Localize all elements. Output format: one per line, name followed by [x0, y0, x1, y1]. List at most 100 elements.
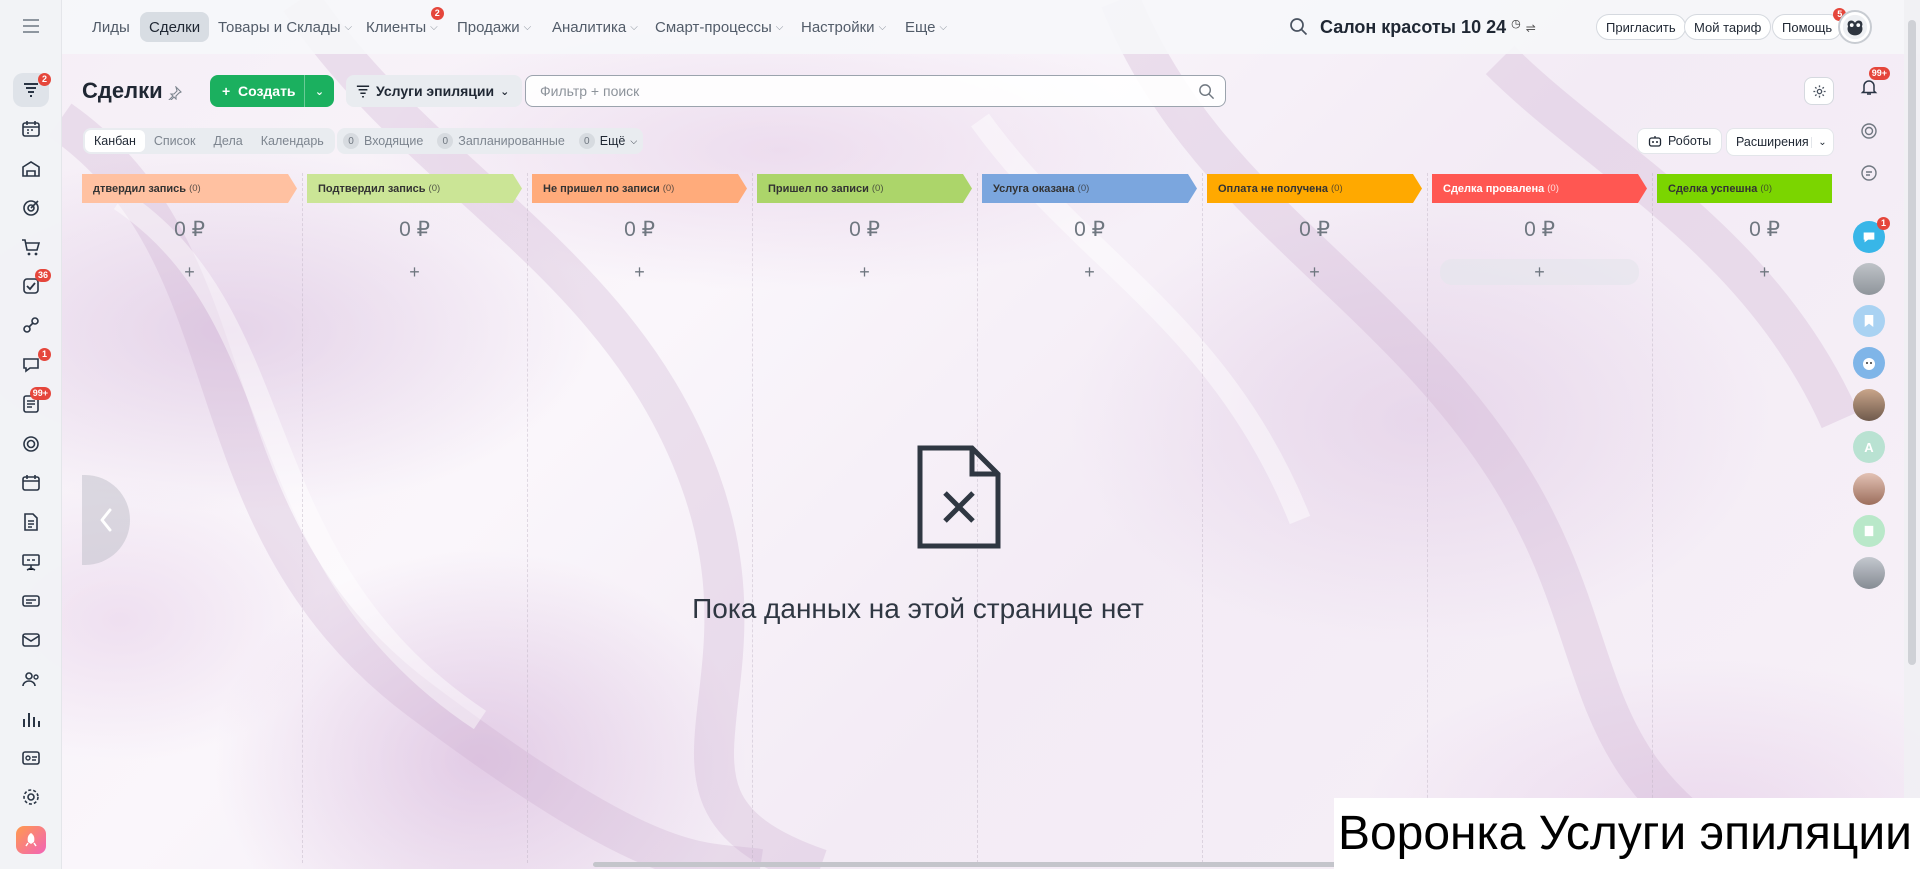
- open-lines-icon[interactable]: [1853, 157, 1885, 189]
- company-name[interactable]: Салон красоты 10 24 ◷ ⇌: [1320, 17, 1536, 38]
- sites-icon[interactable]: [13, 427, 49, 461]
- topnav-item[interactable]: Товары и Склады ⌵: [209, 12, 361, 42]
- stage-header[interactable]: Оплата не получена (0): [1207, 174, 1422, 203]
- topnav-item[interactable]: Лиды: [83, 12, 139, 42]
- stage-header[interactable]: Сделка успешна (0): [1657, 174, 1832, 203]
- stage-header[interactable]: Не пришел по записи (0): [532, 174, 747, 203]
- bot-avatar[interactable]: [1853, 347, 1885, 379]
- sidebar-badge: 36: [34, 269, 51, 282]
- topnav-item[interactable]: Сделки: [140, 12, 210, 42]
- chevron-down-icon[interactable]: ⌄: [1811, 136, 1833, 148]
- stage-sum: 0 ₽: [1749, 218, 1780, 241]
- stage-title: Не пришел по записи: [543, 182, 660, 195]
- contact-avatar-2[interactable]: [1853, 389, 1885, 421]
- chevron-down-icon: ⌵: [430, 21, 438, 33]
- clock-icon: ◷: [1511, 18, 1521, 30]
- bookmark-icon[interactable]: [1853, 305, 1885, 337]
- pin-icon[interactable]: [168, 85, 182, 102]
- stage-header[interactable]: дтвердил запись (0): [82, 174, 297, 203]
- topnav-item[interactable]: Настройки ⌵: [792, 12, 895, 42]
- counter-label: Ещё: [599, 134, 626, 148]
- target-icon[interactable]: [13, 191, 49, 225]
- topnav-item[interactable]: Аналитика ⌵: [543, 12, 647, 42]
- create-dropdown-icon[interactable]: ⌄: [304, 75, 334, 107]
- tasks-icon[interactable]: 36: [13, 269, 51, 303]
- documents-icon[interactable]: [13, 505, 49, 539]
- invite-button[interactable]: Пригласить: [1596, 14, 1686, 40]
- topnav-item[interactable]: Смарт-процессы ⌵: [646, 12, 792, 42]
- add-deal-button[interactable]: +: [1215, 259, 1414, 285]
- topnav-item[interactable]: Продажи ⌵: [448, 12, 540, 42]
- chat-bubble-icon[interactable]: 1: [1853, 217, 1890, 253]
- create-button[interactable]: + Создать ⌄: [210, 75, 334, 107]
- presentation-icon[interactable]: [13, 545, 49, 579]
- contact-avatar-1[interactable]: [1853, 263, 1885, 295]
- filter-search-input[interactable]: [526, 76, 1187, 106]
- mail-icon[interactable]: [13, 623, 49, 657]
- counter-filter[interactable]: 0 Запланированные: [437, 133, 565, 149]
- topnav-item[interactable]: Клиенты ⌵ 2: [357, 7, 447, 42]
- calendar-grid-icon[interactable]: [13, 112, 49, 146]
- chat-icon[interactable]: 1: [13, 348, 51, 382]
- stage-header[interactable]: Услуга оказана (0): [982, 174, 1197, 203]
- automation-icon[interactable]: [13, 308, 49, 342]
- menu-burger-icon[interactable]: [0, 12, 62, 40]
- extensions-button[interactable]: Расширения ⌄: [1726, 128, 1834, 156]
- id-card-icon[interactable]: [13, 741, 49, 775]
- more-counters-dropdown[interactable]: 0 Ещё ⌵: [578, 133, 637, 149]
- add-deal-button[interactable]: +: [540, 259, 739, 285]
- search-icon[interactable]: [1187, 83, 1225, 100]
- view-switcher: Канбан Список Дела Календарь: [83, 128, 335, 154]
- add-deal-button[interactable]: +: [315, 259, 514, 285]
- topnav-item[interactable]: Еще ⌵: [896, 12, 956, 42]
- help-button[interactable]: Помощь 5: [1772, 8, 1847, 40]
- view-tab[interactable]: Календарь: [252, 130, 333, 152]
- contact-avatar-4[interactable]: [1853, 557, 1885, 589]
- cart-icon[interactable]: [13, 230, 49, 264]
- add-deal-button[interactable]: +: [1440, 259, 1639, 285]
- add-deal-button[interactable]: +: [765, 259, 964, 285]
- scrollbar-thumb[interactable]: [1908, 20, 1916, 665]
- feed-icon[interactable]: 99+: [13, 387, 51, 421]
- contact-avatar-3[interactable]: [1853, 473, 1885, 505]
- global-search-icon[interactable]: [1288, 16, 1310, 38]
- settings-gear-button[interactable]: [1804, 77, 1834, 105]
- counter-filter[interactable]: 0 Входящие: [343, 133, 423, 149]
- user-avatar[interactable]: [1838, 10, 1872, 44]
- contact-avatar-letter[interactable]: A: [1853, 431, 1885, 463]
- stage-header[interactable]: Подтвердил запись (0): [307, 174, 522, 203]
- chat-badge: 1: [1877, 217, 1890, 230]
- reports-icon[interactable]: [13, 702, 49, 736]
- my-tariff-button[interactable]: Мой тариф: [1684, 14, 1772, 40]
- add-deal-button[interactable]: +: [1665, 259, 1832, 285]
- topnav-label: Настройки: [801, 18, 875, 36]
- copilot-icon[interactable]: [1853, 115, 1885, 147]
- filter-search[interactable]: [525, 75, 1226, 107]
- view-tab[interactable]: Канбан: [85, 130, 145, 152]
- contacts-icon[interactable]: [13, 662, 49, 696]
- notes-icon[interactable]: [1853, 515, 1885, 547]
- view-tab[interactable]: Список: [145, 130, 205, 152]
- robots-button[interactable]: Роботы: [1637, 128, 1723, 154]
- switch-icon[interactable]: ⇌: [1526, 21, 1536, 35]
- stage-header[interactable]: Пришел по записи (0): [757, 174, 972, 203]
- sidebar-badge: 2: [38, 73, 51, 86]
- counter-value: 0: [437, 133, 454, 149]
- kanban-column: Не пришел по записи (0) 0 ₽ +: [532, 173, 753, 863]
- settings-icon[interactable]: [13, 780, 49, 814]
- crm-funnel-icon[interactable]: 2: [13, 73, 51, 107]
- warehouse-icon[interactable]: [13, 152, 49, 186]
- view-tab[interactable]: Дела: [204, 130, 251, 152]
- kanban-column: Сделка провалена (0) 0 ₽ +: [1432, 173, 1653, 863]
- robot-icon: [1648, 136, 1662, 147]
- pipeline-selector[interactable]: Услуги эпиляции ⌄: [346, 75, 523, 107]
- vertical-scrollbar[interactable]: [1904, 0, 1920, 869]
- add-deal-button[interactable]: +: [90, 259, 289, 285]
- avatar-letter: A: [1864, 439, 1874, 455]
- rocket-icon[interactable]: [16, 826, 46, 854]
- funnel-icon: [356, 84, 370, 98]
- calendar-icon[interactable]: [13, 466, 49, 500]
- add-deal-button[interactable]: +: [990, 259, 1189, 285]
- notifications-bell-icon[interactable]: 99+: [1853, 67, 1890, 103]
- stage-header[interactable]: Сделка провалена (0): [1432, 174, 1647, 203]
